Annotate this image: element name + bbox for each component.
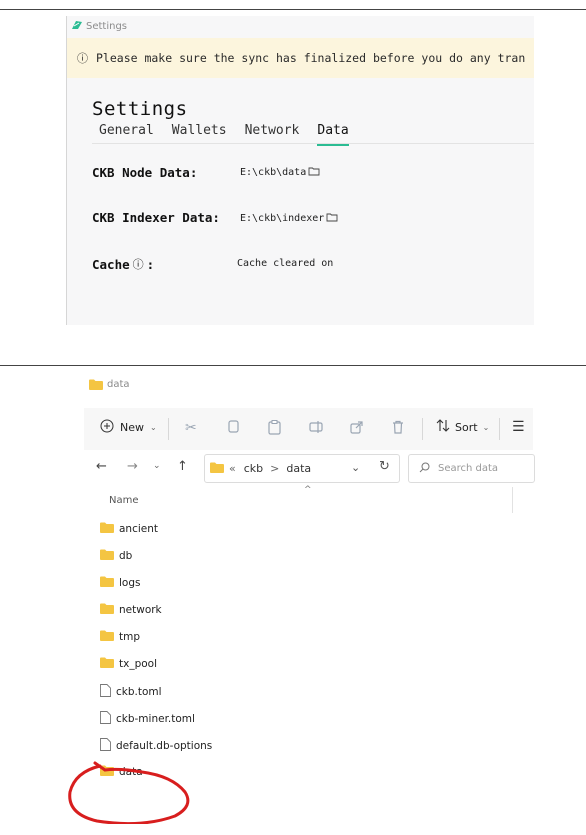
item-name: tx_pool: [119, 658, 158, 670]
folder-item[interactable]: data: [100, 765, 143, 779]
info-icon: ⓘ: [77, 52, 88, 65]
folder-icon: [100, 630, 114, 644]
new-button[interactable]: New ⌄: [100, 419, 157, 436]
tab-divider: [92, 143, 534, 144]
folder-item[interactable]: network: [100, 603, 162, 617]
document-icon: [100, 738, 111, 754]
navigation-bar: ← → ⌄ ↑ « ckb > data ⌄ ↻ Search data: [84, 451, 535, 485]
page-title: Settings: [92, 98, 188, 120]
sort-button[interactable]: Sort ⌄: [436, 419, 489, 435]
explorer-title: data: [107, 379, 130, 390]
folder-icon: [100, 603, 114, 617]
search-icon: [419, 462, 430, 476]
plus-circle-icon: [100, 419, 114, 436]
chevron-down-icon: ⌄: [482, 422, 490, 432]
sort-icon: [436, 419, 450, 435]
sync-warning-banner: ⓘ Please make sure the sync has finalize…: [67, 38, 534, 78]
indexer-data-label: CKB Indexer Data:: [92, 210, 220, 225]
view-menu-icon[interactable]: ☰: [512, 419, 525, 435]
folder-icon: [210, 462, 224, 476]
cut-icon[interactable]: ✂: [185, 420, 197, 436]
rename-icon[interactable]: [309, 420, 323, 438]
folder-icon: [100, 657, 114, 671]
breadcrumb-segment-ckb[interactable]: ckb: [244, 462, 263, 475]
forward-arrow-icon[interactable]: →: [127, 459, 138, 474]
breadcrumb-segment-data[interactable]: data: [286, 462, 311, 475]
breadcrumb-overflow[interactable]: «: [229, 462, 236, 475]
item-name: ckb-miner.toml: [116, 713, 195, 725]
file-item[interactable]: ckb.toml: [100, 684, 162, 700]
file-explorer-window: data New ⌄ ✂ Sort ⌄ ☰ ← → ⌄ ↑ « ckb > da…: [84, 373, 535, 833]
tab-wallets[interactable]: Wallets: [172, 120, 227, 144]
node-data-value: E:\ckb\data: [240, 167, 307, 178]
middle-divider: [0, 365, 586, 366]
search-input[interactable]: Search data: [408, 454, 535, 483]
cache-colon: :: [146, 256, 155, 272]
top-divider: [0, 9, 586, 10]
column-separator[interactable]: [512, 487, 513, 513]
tab-general[interactable]: General: [99, 120, 154, 144]
document-icon: [100, 711, 111, 727]
recent-locations-chevron-icon[interactable]: ⌄: [153, 461, 161, 471]
explorer-titlebar: data: [89, 379, 130, 390]
address-dropdown-chevron-icon[interactable]: ⌄: [351, 461, 360, 474]
folder-item[interactable]: tx_pool: [100, 657, 157, 671]
info-icon[interactable]: ⓘ: [133, 256, 144, 272]
ribbon-separator: [422, 418, 423, 440]
copy-icon[interactable]: [227, 420, 239, 438]
item-name: data: [119, 766, 143, 778]
cache-label-row: Cache ⓘ :: [92, 256, 154, 272]
refresh-icon[interactable]: ↻: [379, 459, 390, 474]
settings-titlebar: Settings: [67, 16, 127, 36]
paste-icon[interactable]: [268, 420, 281, 439]
item-name: network: [119, 604, 162, 616]
indexer-data-path[interactable]: E:\ckb\indexer: [240, 212, 338, 225]
item-name: default.db-options: [116, 740, 213, 752]
item-name: ancient: [119, 523, 159, 535]
tab-network[interactable]: Network: [245, 120, 300, 144]
folder-item[interactable]: tmp: [100, 630, 140, 644]
node-data-path[interactable]: E:\ckb\data: [240, 166, 320, 179]
ribbon-separator: [499, 418, 500, 440]
indexer-data-value: E:\ckb\indexer: [240, 213, 325, 224]
folder-icon: [100, 765, 114, 779]
new-label: New: [120, 421, 144, 434]
chevron-down-icon: ⌄: [150, 423, 157, 432]
folder-open-icon[interactable]: [326, 212, 338, 225]
folder-icon: [89, 379, 103, 390]
item-name: ckb.toml: [116, 686, 162, 698]
breadcrumb-separator: >: [270, 462, 280, 475]
file-item[interactable]: default.db-options: [100, 738, 212, 754]
folder-item[interactable]: ancient: [100, 522, 158, 536]
folder-open-icon[interactable]: [308, 166, 320, 179]
cache-label: Cache: [92, 256, 130, 272]
sort-ascending-caret-icon: ^: [304, 485, 312, 495]
folder-item[interactable]: logs: [100, 576, 140, 590]
item-name: db: [119, 550, 133, 562]
command-bar: New ⌄ ✂ Sort ⌄ ☰: [84, 408, 533, 450]
back-arrow-icon[interactable]: ←: [96, 459, 107, 474]
item-name: tmp: [119, 631, 141, 643]
cache-status: Cache cleared on: [237, 258, 334, 269]
address-bar[interactable]: « ckb > data ⌄ ↻: [204, 454, 400, 483]
up-arrow-icon[interactable]: ↑: [177, 459, 188, 474]
item-name: logs: [119, 577, 141, 589]
window-title: Settings: [86, 20, 128, 32]
search-placeholder: Search data: [438, 463, 499, 474]
folder-item[interactable]: db: [100, 549, 132, 563]
folder-icon: [100, 522, 114, 536]
ribbon-separator: [168, 418, 169, 440]
file-item[interactable]: ckb-miner.toml: [100, 711, 195, 727]
document-icon: [100, 684, 111, 700]
folder-icon: [100, 549, 114, 563]
settings-window: Settings ⓘ Please make sure the sync has…: [66, 16, 534, 325]
column-header-name[interactable]: Name: [109, 495, 139, 506]
app-logo-icon: [71, 20, 83, 33]
delete-icon[interactable]: [392, 420, 404, 438]
folder-icon: [100, 576, 114, 590]
sync-warning-text: Please make sure the sync has finalized …: [96, 51, 526, 65]
node-data-label: CKB Node Data:: [92, 165, 198, 180]
sort-label: Sort: [455, 420, 478, 434]
share-icon[interactable]: [350, 420, 364, 438]
